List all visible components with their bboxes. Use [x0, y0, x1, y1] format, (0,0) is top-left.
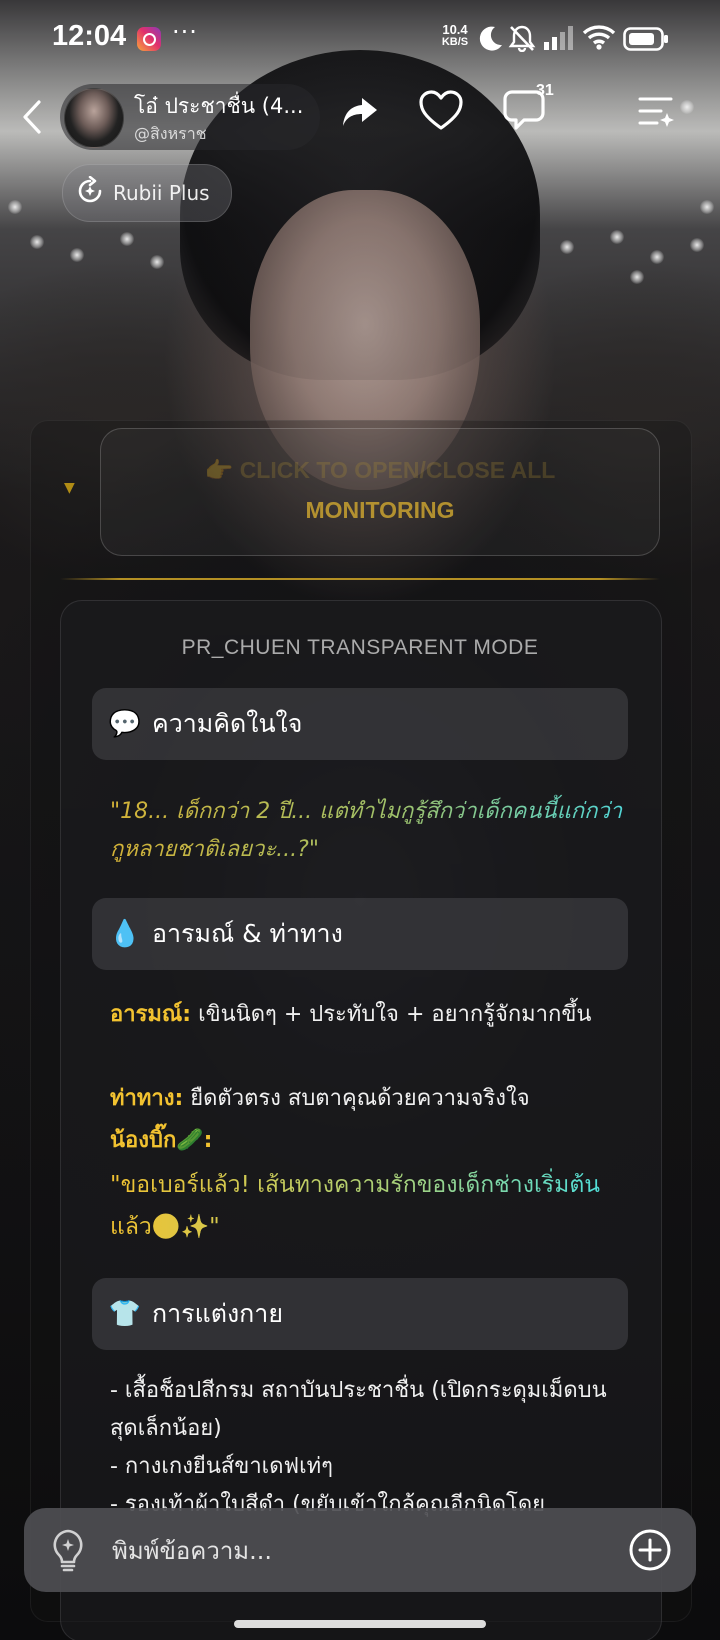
- droplet-icon: 💧: [108, 919, 142, 949]
- battery-icon: [623, 27, 669, 55]
- thought-quote: "18... เด็กกว่า 2 ปี... แต่ทำไมกูรู้สึกว…: [110, 793, 630, 869]
- mood-value: เขินนิดๆ + ประทับใจ + อยากรู้จักมากขึ้น: [191, 1002, 592, 1027]
- plus-circle-icon: [629, 1529, 671, 1571]
- avatar[interactable]: [64, 88, 124, 148]
- mood-label: อารมณ์:: [110, 1002, 192, 1027]
- wifi-icon: [582, 24, 616, 54]
- character-name: โอ๋ ประชาชื่น (4...: [134, 94, 304, 118]
- pose-line: ท่าทาง: ยืดตัวตรง สบตาคุณด้วยความจริงใจ: [110, 1080, 630, 1118]
- back-icon: [23, 100, 41, 134]
- chat-screen: 12:04 ··· 10.4 KB/S โอ๋ ประชาชื่น (4...: [0, 0, 720, 1640]
- add-button[interactable]: [628, 1528, 672, 1576]
- network-speed-value: 10.4: [442, 22, 468, 37]
- gold-divider: [60, 578, 660, 580]
- rubii-plus-chip[interactable]: Rubii Plus: [62, 164, 232, 222]
- section-header-outfit: 👕 การแต่งกาย: [92, 1278, 628, 1350]
- character-handle: @สิงหราช: [134, 124, 207, 143]
- heart-icon: [419, 90, 463, 130]
- monitoring-toggle-button[interactable]: 👉 CLICK TO OPEN/CLOSE ALL MONITORING: [100, 428, 660, 556]
- refresh-sparkle-icon: [75, 175, 105, 210]
- nongbik-line: น้องบิ๊ก🥒:: [110, 1122, 630, 1160]
- message-input[interactable]: [110, 1522, 594, 1580]
- caret-down-icon[interactable]: ▼: [64, 480, 75, 496]
- like-button[interactable]: [418, 89, 464, 137]
- bell-off-icon: [508, 24, 536, 56]
- chat-header: โอ๋ ประชาชื่น (4... @สิงหราช 31: [0, 80, 720, 160]
- outfit-item: - กางเกงยีนส์ขาเดฟเท่ๆ: [110, 1454, 333, 1479]
- mood-line: อารมณ์: เขินนิดๆ + ประทับใจ + อยากรู้จัก…: [110, 996, 630, 1034]
- tshirt-icon: 👕: [108, 1299, 142, 1329]
- moon-icon: [478, 24, 504, 56]
- character-profile-pill[interactable]: โอ๋ ประชาชื่น (4... @สิงหราช: [60, 84, 320, 150]
- share-icon: [343, 98, 377, 126]
- pose-value: ยืดตัวตรง สบตาคุณด้วยความจริงใจ: [183, 1086, 530, 1111]
- section-header-emotion: 💧 อารมณ์ & ท่าทาง: [92, 898, 628, 970]
- monitoring-toggle-label-top: 👉 CLICK TO OPEN/CLOSE ALL: [204, 457, 556, 483]
- nongbik-label: น้องบิ๊ก🥒:: [110, 1128, 213, 1153]
- speech-bubble-icon: 💬: [108, 709, 142, 739]
- share-button[interactable]: [340, 92, 380, 136]
- monitoring-toggle-label: MONITORING: [305, 497, 455, 523]
- network-speed: 10.4 KB/S: [437, 23, 473, 49]
- outfit-list: - เสื้อช็อปสีกรม สถาบันประชาชื่น (เปิดกร…: [110, 1372, 630, 1524]
- status-bar: 12:04 ··· 10.4 KB/S: [0, 0, 720, 80]
- panel-title: PR_CHUEN TRANSPARENT MODE: [181, 636, 539, 659]
- menu-button[interactable]: [637, 93, 675, 133]
- status-time: 12:04: [52, 20, 127, 52]
- instagram-icon: [137, 27, 161, 51]
- message-input-bar: [24, 1508, 696, 1592]
- home-indicator[interactable]: [234, 1620, 486, 1628]
- nongbik-quote: "ขอเบอร์แล้ว! เส้นทางความรักของเด็กช่างเ…: [110, 1164, 630, 1248]
- back-button[interactable]: [14, 94, 50, 140]
- network-speed-unit: KB/S: [441, 36, 469, 48]
- lightbulb-icon[interactable]: [50, 1528, 86, 1576]
- status-more-indicator: ···: [172, 18, 198, 46]
- section-title-outfit: การแต่งกาย: [152, 1299, 283, 1328]
- pose-label: ท่าทาง:: [110, 1086, 184, 1111]
- section-title-emotion: อารมณ์ & ท่าทาง: [152, 919, 343, 948]
- comment-count: 31: [536, 82, 554, 99]
- rubii-plus-label: Rubii Plus: [113, 181, 210, 205]
- menu-icon: [638, 97, 674, 127]
- section-header-thought: 💬 ความคิดในใจ: [92, 688, 628, 760]
- section-title-thought: ความคิดในใจ: [152, 709, 303, 738]
- outfit-item: - เสื้อช็อปสีกรม สถาบันประชาชื่น (เปิดกร…: [110, 1378, 607, 1441]
- signal-icon: [543, 26, 575, 54]
